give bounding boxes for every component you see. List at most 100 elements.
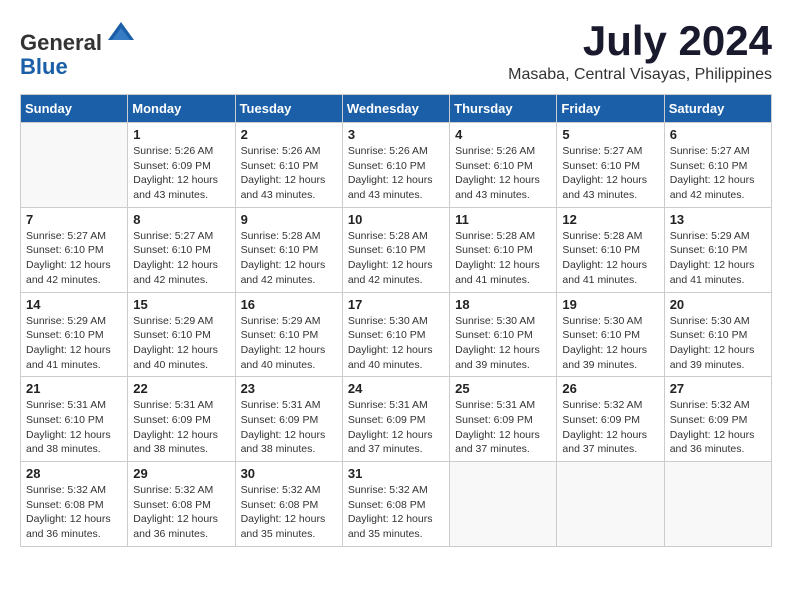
calendar-day-cell: 7 Sunrise: 5:27 AMSunset: 6:10 PMDaylight… [21,207,128,292]
day-detail: Sunrise: 5:28 AMSunset: 6:10 PMDaylight:… [241,229,337,288]
location: Masaba, Central Visayas, Philippines [508,66,772,84]
day-number: 13 [670,212,766,227]
day-number: 11 [455,212,551,227]
calendar-day-cell: 14 Sunrise: 5:29 AMSunset: 6:10 PMDayligh… [21,292,128,377]
day-number: 6 [670,127,766,142]
calendar-table: SundayMondayTuesdayWednesdayThursdayFrid… [20,94,772,547]
day-number: 19 [562,297,658,312]
month-title: July 2024 [508,20,772,62]
day-number: 22 [133,381,229,396]
day-number: 8 [133,212,229,227]
calendar-day-cell: 1 Sunrise: 5:26 AMSunset: 6:09 PMDaylight… [128,123,235,208]
day-number: 16 [241,297,337,312]
day-number: 29 [133,466,229,481]
calendar-week-row: 21Sunrise: 5:31 AMSunset: 6:10 PMDayligh… [21,377,772,462]
weekday-header: Thursday [450,95,557,123]
calendar-day-cell: 6 Sunrise: 5:27 AMSunset: 6:10 PMDaylight… [664,123,771,208]
page-header: General Blue July 2024 Masaba, Central V… [20,20,772,84]
day-number: 9 [241,212,337,227]
day-number: 5 [562,127,658,142]
weekday-header: Wednesday [342,95,449,123]
calendar-day-cell: 30 Sunrise: 5:32 AMSunset: 6:08 PMDayligh… [235,462,342,547]
weekday-header: Sunday [21,95,128,123]
logo-blue: Blue [20,54,68,79]
calendar-day-cell: 9 Sunrise: 5:28 AMSunset: 6:10 PMDaylight… [235,207,342,292]
day-number: 15 [133,297,229,312]
day-detail: Sunrise: 5:30 AMSunset: 6:10 PMDaylight:… [562,314,658,373]
day-detail: Sunrise: 5:27 AMSunset: 6:10 PMDaylight:… [133,229,229,288]
calendar-header-row: SundayMondayTuesdayWednesdayThursdayFrid… [21,95,772,123]
day-detail: Sunrise: 5:29 AMSunset: 6:10 PMDaylight:… [133,314,229,373]
logo: General Blue [20,20,136,79]
day-number: 26 [562,381,658,396]
calendar-day-cell: 29 Sunrise: 5:32 AMSunset: 6:08 PMDayligh… [128,462,235,547]
calendar-day-cell: 11Sunrise: 5:28 AMSunset: 6:10 PMDayligh… [450,207,557,292]
calendar-day-cell: 19 Sunrise: 5:30 AMSunset: 6:10 PMDayligh… [557,292,664,377]
day-detail: Sunrise: 5:27 AMSunset: 6:10 PMDaylight:… [26,229,122,288]
day-number: 1 [133,127,229,142]
day-number: 7 [26,212,122,227]
calendar-day-cell: 13 Sunrise: 5:29 AMSunset: 6:10 PMDayligh… [664,207,771,292]
day-number: 12 [562,212,658,227]
calendar-day-cell: 21Sunrise: 5:31 AMSunset: 6:10 PMDayligh… [21,377,128,462]
calendar-day-cell: 26Sunrise: 5:32 AMSunset: 6:09 PMDayligh… [557,377,664,462]
day-detail: Sunrise: 5:31 AMSunset: 6:09 PMDaylight:… [241,398,337,457]
calendar-day-cell: 18 Sunrise: 5:30 AMSunset: 6:10 PMDayligh… [450,292,557,377]
day-detail: Sunrise: 5:31 AMSunset: 6:09 PMDaylight:… [133,398,229,457]
day-number: 18 [455,297,551,312]
weekday-header: Tuesday [235,95,342,123]
day-number: 10 [348,212,444,227]
day-detail: Sunrise: 5:30 AMSunset: 6:10 PMDaylight:… [348,314,444,373]
title-block: July 2024 Masaba, Central Visayas, Phili… [508,20,772,84]
calendar-day-cell: 10 Sunrise: 5:28 AMSunset: 6:10 PMDayligh… [342,207,449,292]
day-number: 14 [26,297,122,312]
calendar-day-cell: 3 Sunrise: 5:26 AMSunset: 6:10 PMDaylight… [342,123,449,208]
calendar-day-cell: 31 Sunrise: 5:32 AMSunset: 6:08 PMDayligh… [342,462,449,547]
calendar-day-cell [557,462,664,547]
day-detail: Sunrise: 5:29 AMSunset: 6:10 PMDaylight:… [670,229,766,288]
day-number: 28 [26,466,122,481]
day-detail: Sunrise: 5:29 AMSunset: 6:10 PMDaylight:… [26,314,122,373]
calendar-week-row: 14 Sunrise: 5:29 AMSunset: 6:10 PMDayligh… [21,292,772,377]
calendar-day-cell [664,462,771,547]
day-detail: Sunrise: 5:26 AMSunset: 6:10 PMDaylight:… [348,144,444,203]
calendar-day-cell: 20Sunrise: 5:30 AMSunset: 6:10 PMDayligh… [664,292,771,377]
calendar-day-cell: 28 Sunrise: 5:32 AMSunset: 6:08 PMDayligh… [21,462,128,547]
day-number: 25 [455,381,551,396]
day-detail: Sunrise: 5:32 AMSunset: 6:08 PMDaylight:… [241,483,337,542]
day-number: 4 [455,127,551,142]
day-detail: Sunrise: 5:26 AMSunset: 6:10 PMDaylight:… [455,144,551,203]
day-detail: Sunrise: 5:31 AMSunset: 6:09 PMDaylight:… [455,398,551,457]
day-number: 24 [348,381,444,396]
day-number: 27 [670,381,766,396]
day-detail: Sunrise: 5:27 AMSunset: 6:10 PMDaylight:… [670,144,766,203]
calendar-day-cell: 2 Sunrise: 5:26 AMSunset: 6:10 PMDaylight… [235,123,342,208]
day-detail: Sunrise: 5:32 AMSunset: 6:08 PMDaylight:… [26,483,122,542]
calendar-day-cell: 16Sunrise: 5:29 AMSunset: 6:10 PMDayligh… [235,292,342,377]
calendar-day-cell: 17Sunrise: 5:30 AMSunset: 6:10 PMDayligh… [342,292,449,377]
calendar-day-cell: 24 Sunrise: 5:31 AMSunset: 6:09 PMDayligh… [342,377,449,462]
day-detail: Sunrise: 5:28 AMSunset: 6:10 PMDaylight:… [348,229,444,288]
day-detail: Sunrise: 5:30 AMSunset: 6:10 PMDaylight:… [455,314,551,373]
day-detail: Sunrise: 5:28 AMSunset: 6:10 PMDaylight:… [562,229,658,288]
weekday-header: Friday [557,95,664,123]
day-number: 31 [348,466,444,481]
weekday-header: Monday [128,95,235,123]
day-detail: Sunrise: 5:32 AMSunset: 6:08 PMDaylight:… [133,483,229,542]
day-detail: Sunrise: 5:26 AMSunset: 6:09 PMDaylight:… [133,144,229,203]
calendar-day-cell: 22 Sunrise: 5:31 AMSunset: 6:09 PMDayligh… [128,377,235,462]
day-detail: Sunrise: 5:26 AMSunset: 6:10 PMDaylight:… [241,144,337,203]
calendar-week-row: 1 Sunrise: 5:26 AMSunset: 6:09 PMDaylight… [21,123,772,208]
day-detail: Sunrise: 5:31 AMSunset: 6:09 PMDaylight:… [348,398,444,457]
day-detail: Sunrise: 5:31 AMSunset: 6:10 PMDaylight:… [26,398,122,457]
calendar-day-cell: 25 Sunrise: 5:31 AMSunset: 6:09 PMDayligh… [450,377,557,462]
day-number: 3 [348,127,444,142]
day-number: 20 [670,297,766,312]
day-number: 2 [241,127,337,142]
day-detail: Sunrise: 5:32 AMSunset: 6:08 PMDaylight:… [348,483,444,542]
weekday-header: Saturday [664,95,771,123]
logo-general: General [20,30,102,55]
calendar-day-cell: 15 Sunrise: 5:29 AMSunset: 6:10 PMDayligh… [128,292,235,377]
day-number: 30 [241,466,337,481]
calendar-day-cell: 8 Sunrise: 5:27 AMSunset: 6:10 PMDaylight… [128,207,235,292]
